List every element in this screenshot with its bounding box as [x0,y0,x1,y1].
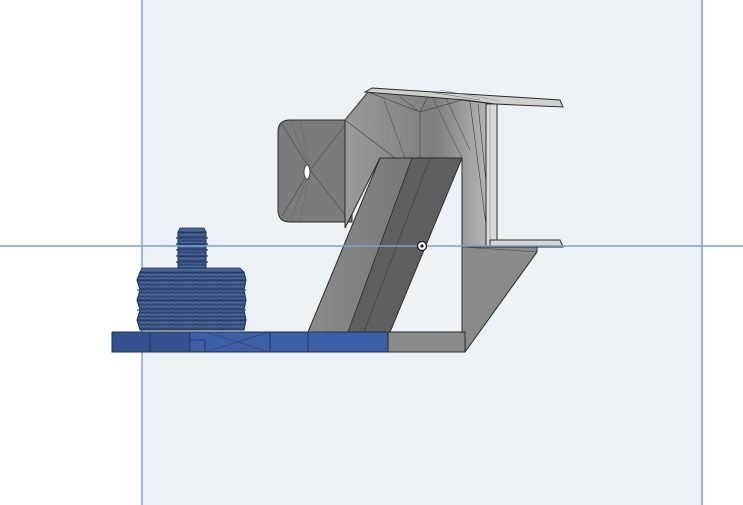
clamp-right-wall[interactable] [485,103,498,248]
screw-stud[interactable] [176,227,208,269]
cad-viewport[interactable] [0,0,743,505]
origin-point-icon[interactable] [416,240,428,252]
screw-adapter[interactable] [136,267,247,331]
model-scene[interactable] [0,0,743,505]
base-plate-selected[interactable] [111,331,389,353]
base-plate-grey[interactable] [387,331,466,353]
upper-clamp-back[interactable] [277,119,353,223]
